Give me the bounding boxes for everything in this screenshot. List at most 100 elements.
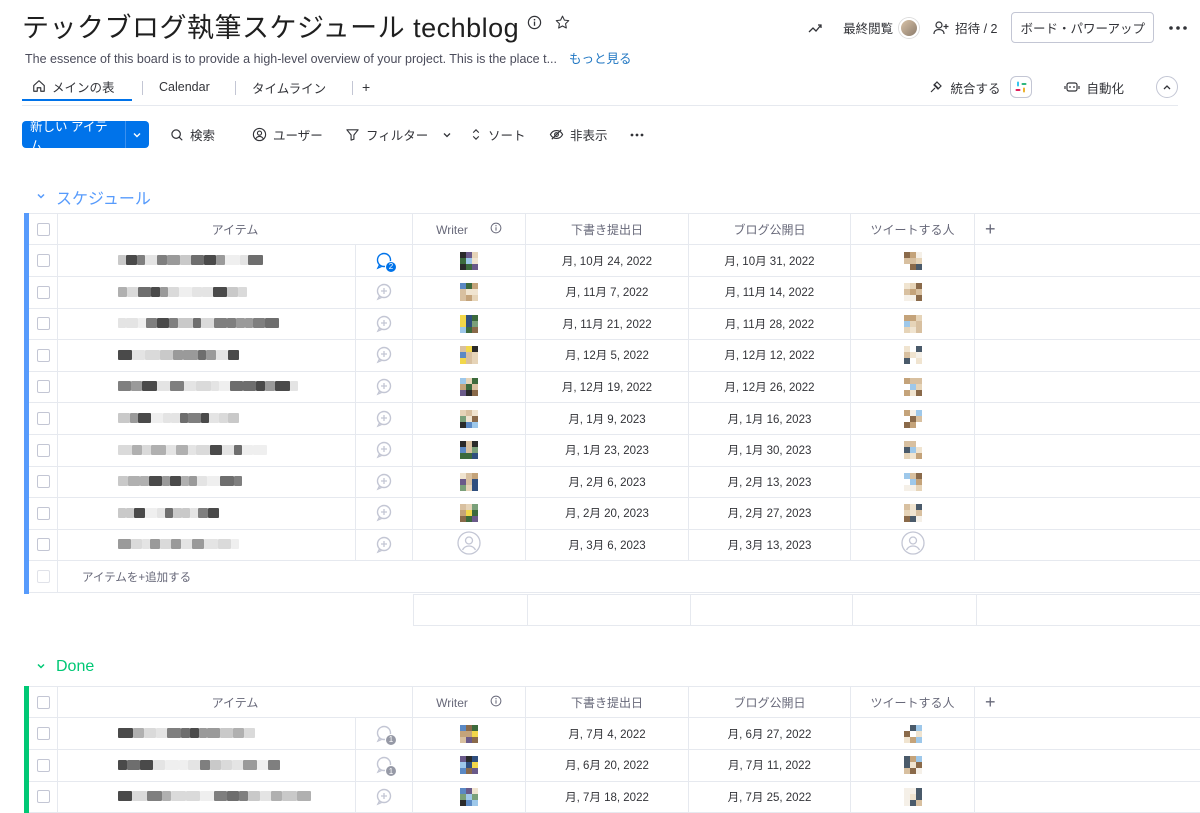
cell-item[interactable] <box>58 466 356 498</box>
cell-upd[interactable] <box>356 403 413 434</box>
hide-button[interactable]: 非表示 <box>549 125 608 144</box>
empty-person-icon[interactable] <box>900 531 925 558</box>
cell-add[interactable] <box>975 718 1200 749</box>
filter-button[interactable]: フィルター <box>345 125 452 144</box>
cell-tweet[interactable] <box>851 781 975 813</box>
cell-add[interactable] <box>975 277 1200 308</box>
cell-publish[interactable]: 月, 6月 27, 2022 <box>689 718 851 749</box>
updates-icon[interactable]: 1 <box>375 756 397 778</box>
cell-upd[interactable]: 1 <box>356 749 413 781</box>
cell-cb[interactable] <box>29 466 58 498</box>
cell-tweet[interactable] <box>851 497 975 529</box>
add-update-icon[interactable] <box>375 536 393 554</box>
invite-button[interactable]: 招待 / 2 <box>933 18 997 37</box>
cell-draft[interactable]: 月, 11月 7, 2022 <box>526 276 689 308</box>
group-title-schedule[interactable]: スケジュール <box>36 185 151 209</box>
cell-cb[interactable] <box>29 276 58 308</box>
cell-upd[interactable] <box>356 339 413 371</box>
row-checkbox[interactable] <box>36 538 50 552</box>
table-row[interactable]: 月, 2月 20, 2023 月, 2月 27, 2023 <box>29 497 1200 530</box>
cell-writer[interactable] <box>413 371 526 403</box>
cell-writer[interactable] <box>413 466 526 498</box>
select-all-checkbox[interactable] <box>36 696 50 709</box>
cell-add[interactable] <box>975 403 1200 434</box>
cell-tweet[interactable] <box>851 434 975 466</box>
header-cell-add[interactable]: + <box>975 214 1200 245</box>
add-update-icon[interactable] <box>375 473 393 491</box>
power-up-button[interactable]: ボード・パワーアップ <box>1011 12 1154 43</box>
header-cell-cb[interactable] <box>29 687 58 718</box>
cell-item[interactable] <box>58 403 356 434</box>
cell-writer[interactable] <box>413 718 526 749</box>
row-checkbox[interactable] <box>36 443 50 457</box>
table-row[interactable]: 月, 2月 6, 2023 月, 2月 13, 2023 <box>29 466 1200 499</box>
cell-writer[interactable] <box>413 749 526 781</box>
table-row[interactable]: 月, 11月 21, 2022 月, 11月 28, 2022 <box>29 308 1200 341</box>
cell-writer[interactable] <box>413 339 526 371</box>
cell-writer[interactable] <box>413 781 526 813</box>
cell-add[interactable] <box>975 750 1200 781</box>
new-item-button[interactable]: 新しい アイテム <box>22 121 149 148</box>
cell-item[interactable] <box>58 718 356 749</box>
cell-draft[interactable]: 月, 10月 24, 2022 <box>526 245 689 276</box>
cell-cb[interactable] <box>29 718 58 749</box>
cell-add[interactable] <box>975 466 1200 497</box>
cell-tweet[interactable] <box>851 718 975 749</box>
search-button[interactable]: 検索 <box>170 125 215 144</box>
more-menu-icon[interactable] <box>1168 25 1188 31</box>
add-update-icon[interactable] <box>375 504 393 522</box>
board-title[interactable]: テックブログ執筆スケジュール techblog <box>22 6 519 45</box>
last-seen-button[interactable]: 最終閲覧 <box>843 17 920 38</box>
tab-timeline[interactable]: タイムライン <box>252 73 326 101</box>
tab-calendar[interactable]: Calendar <box>159 73 210 101</box>
cell-tweet[interactable] <box>851 371 975 403</box>
cell-cb[interactable] <box>29 781 58 813</box>
empty-person-icon[interactable] <box>457 531 481 558</box>
info-icon[interactable] <box>527 14 542 31</box>
automate-button[interactable]: 自動化 <box>1064 78 1124 97</box>
cell-add[interactable] <box>975 435 1200 466</box>
row-checkbox[interactable] <box>36 758 50 772</box>
add-update-icon[interactable] <box>375 346 393 364</box>
sort-button[interactable]: ソート <box>470 125 526 144</box>
chevron-down-icon[interactable] <box>442 130 452 140</box>
cell-publish[interactable]: 月, 1月 16, 2023 <box>689 403 851 434</box>
cell-writer[interactable] <box>413 497 526 529</box>
cell-add[interactable] <box>975 498 1200 529</box>
cell-cb[interactable] <box>29 434 58 466</box>
cell-item[interactable] <box>58 749 356 781</box>
cell-writer[interactable] <box>413 308 526 340</box>
add-update-icon[interactable] <box>375 441 393 459</box>
table-row[interactable]: 月, 12月 5, 2022 月, 12月 12, 2022 <box>29 339 1200 372</box>
cell-writer[interactable] <box>413 529 526 561</box>
cell-tweet[interactable] <box>851 403 975 434</box>
cell-draft[interactable]: 月, 2月 20, 2023 <box>526 497 689 529</box>
cell-publish[interactable]: 月, 7月 11, 2022 <box>689 749 851 781</box>
cell-tweet[interactable] <box>851 308 975 340</box>
cell-add[interactable] <box>975 371 1200 402</box>
row-checkbox[interactable] <box>36 380 50 394</box>
cell-writer[interactable] <box>413 403 526 434</box>
cell-cb[interactable] <box>29 529 58 561</box>
add-column-button[interactable]: + <box>985 219 996 240</box>
add-view-button[interactable]: + <box>362 73 370 101</box>
table-row[interactable]: 月, 1月 9, 2023 月, 1月 16, 2023 <box>29 403 1200 435</box>
cell-item[interactable] <box>58 339 356 371</box>
add-item-row[interactable]: アイテムを+追加する <box>29 561 1200 593</box>
cell-draft[interactable]: 月, 6月 20, 2022 <box>526 749 689 781</box>
select-all-checkbox[interactable] <box>36 223 50 236</box>
cell-draft[interactable]: 月, 12月 5, 2022 <box>526 339 689 371</box>
cell-upd[interactable]: 1 <box>356 718 413 749</box>
cell-publish[interactable]: 月, 3月 13, 2023 <box>689 529 851 561</box>
table-row[interactable]: 月, 3月 6, 2023 月, 3月 13, 2023 <box>29 529 1200 562</box>
more-link[interactable]: もっと見る <box>569 52 632 66</box>
row-checkbox[interactable] <box>36 727 50 740</box>
group-title-done[interactable]: Done <box>36 658 94 676</box>
add-item-input[interactable]: アイテムを+追加する <box>58 561 418 592</box>
add-update-icon[interactable] <box>375 410 393 428</box>
cell-publish[interactable]: 月, 11月 28, 2022 <box>689 308 851 340</box>
cell-cb[interactable] <box>29 371 58 403</box>
cell-publish[interactable]: 月, 12月 12, 2022 <box>689 339 851 371</box>
chevron-down-icon[interactable] <box>36 190 46 204</box>
cell-upd[interactable] <box>356 276 413 308</box>
